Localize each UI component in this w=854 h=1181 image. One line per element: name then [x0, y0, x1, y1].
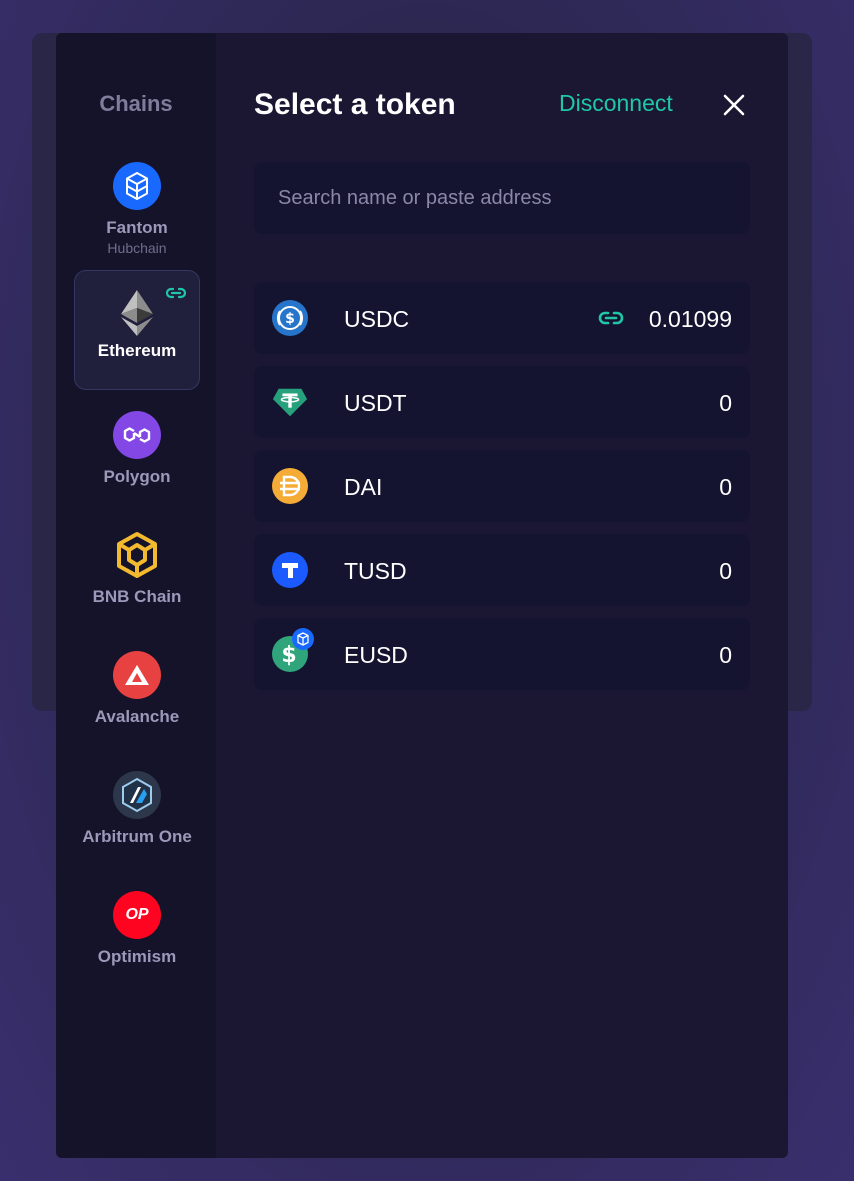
bnb-icon [113, 531, 161, 579]
tusd-icon [272, 552, 308, 588]
token-row-usdt[interactable]: USDT 0 [254, 366, 750, 438]
chain-item-polygon[interactable]: Polygon [74, 403, 200, 523]
chain-name: Ethereum [97, 341, 177, 360]
token-balance: 0 [719, 642, 732, 668]
link-icon [598, 311, 624, 325]
fantom-badge-icon [292, 628, 314, 650]
polygon-icon [113, 411, 161, 459]
token-row-tusd[interactable]: TUSD 0 [254, 534, 750, 606]
token-balance: 0.01099 [648, 306, 732, 332]
chain-item-arbitrum-one[interactable]: Arbitrum One [74, 763, 200, 883]
fantom-icon [113, 162, 161, 210]
chain-item-bnb-chain[interactable]: BNB Chain [74, 523, 200, 643]
chain-item-fantom[interactable]: Fantom Hubchain [74, 154, 200, 274]
chain-name: Fantom [106, 218, 168, 237]
link-icon [165, 287, 187, 299]
usdc-icon: $ [272, 300, 308, 336]
token-row-usdc[interactable]: $ USDC 0.01099 [254, 282, 750, 354]
chain-name: Avalanche [94, 707, 180, 726]
sidebar-title: Chains [99, 91, 173, 116]
token-symbol: TUSD [344, 558, 407, 584]
token-balance: 0 [719, 474, 732, 500]
token-balance: 0 [719, 390, 732, 416]
token-symbol: EUSD [344, 642, 408, 668]
token-panel: Select a token Disconnect $ USDC 0.01099… [216, 33, 788, 1158]
chain-item-optimism[interactable]: OP Optimism [74, 883, 200, 1003]
modal-title: Select a token [254, 88, 456, 121]
token-select-modal: Chains Fantom Hubchain Ethereum Polygon [56, 33, 788, 1158]
token-symbol: DAI [344, 474, 383, 500]
disconnect-button[interactable]: Disconnect [559, 90, 673, 117]
token-row-eusd[interactable]: $ EUSD 0 [254, 618, 750, 690]
svg-text:$: $ [285, 311, 295, 327]
chain-subtitle: Hubchain [107, 240, 167, 256]
search-input[interactable] [254, 162, 750, 234]
token-balance: 0 [719, 558, 732, 584]
ethereum-icon [113, 289, 161, 337]
close-icon[interactable] [723, 94, 745, 116]
chain-name: BNB Chain [92, 587, 182, 606]
chain-name: Polygon [103, 467, 171, 486]
chain-name: Optimism [97, 947, 177, 966]
dai-icon [272, 468, 308, 504]
token-symbol: USDC [344, 306, 410, 332]
chain-item-ethereum[interactable]: Ethereum [74, 270, 200, 390]
arbitrum-icon [113, 771, 161, 819]
chain-item-avalanche[interactable]: Avalanche [74, 643, 200, 763]
token-symbol: USDT [344, 390, 407, 416]
search-box [254, 162, 750, 234]
token-row-dai[interactable]: DAI 0 [254, 450, 750, 522]
usdt-icon [272, 384, 308, 420]
avalanche-icon [113, 651, 161, 699]
chain-name: Arbitrum One [82, 827, 192, 846]
chain-sidebar: Chains Fantom Hubchain Ethereum Polygon [56, 33, 216, 1158]
optimism-icon: OP [113, 891, 161, 939]
token-list: $ USDC 0.01099 USDT 0 DAI 0 TUSD 0 $ EUS… [254, 282, 750, 702]
